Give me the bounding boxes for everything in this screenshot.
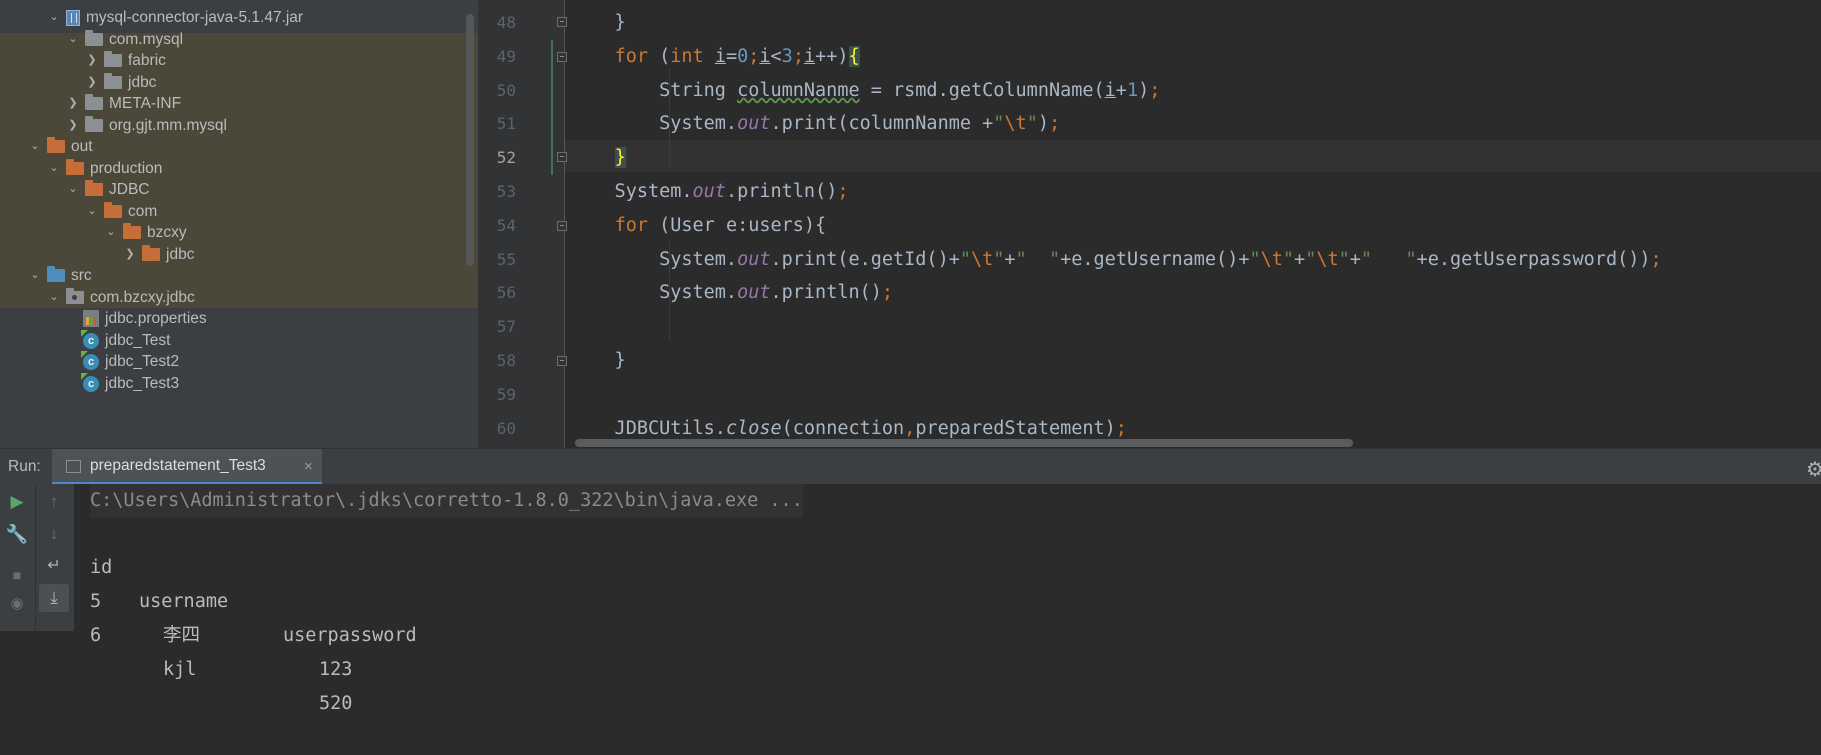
folder-icon — [85, 116, 103, 133]
fold-marker-icon[interactable] — [557, 152, 567, 162]
console-output[interactable]: C:\Users\Administrator\.jdks\corretto-1.… — [74, 484, 1821, 714]
cell-userpassword: 520 — [319, 693, 353, 714]
line-number: 54 — [496, 216, 516, 235]
run-config-icon — [66, 460, 81, 473]
fold-marker-icon[interactable] — [557, 221, 567, 231]
line-number: 59 — [496, 385, 516, 404]
editor-gutter: 48 49 50 51 52 53 54 55 56 57 58 59 60 — [478, 0, 567, 448]
arrow-down-icon[interactable]: ↓ — [42, 522, 66, 546]
current-line-highlight — [478, 140, 1821, 172]
chevron-down-icon[interactable]: ⌄ — [46, 5, 62, 30]
code-line-53: System.out.println(); — [570, 181, 849, 202]
folder-icon — [104, 51, 122, 68]
line-number: 55 — [496, 250, 516, 269]
line-number: 51 — [496, 114, 516, 133]
wrench-icon[interactable]: 🔧 — [5, 522, 29, 546]
run-label: Run: — [8, 458, 41, 475]
fold-marker-icon[interactable] — [557, 356, 567, 366]
cell-id: 6 — [90, 625, 102, 646]
folder-orange-icon — [47, 137, 65, 154]
line-number: 60 — [496, 419, 516, 438]
gear-icon[interactable]: ⚙ — [1806, 457, 1821, 482]
scroll-to-end-icon[interactable]: ⤓ — [39, 584, 69, 612]
console-header-row: id username userpassword — [90, 517, 417, 646]
cell-userpassword: 123 — [319, 659, 353, 680]
fold-marker-icon[interactable] — [557, 17, 567, 27]
folder-orange-icon — [123, 223, 141, 240]
chevron-down-icon[interactable]: ⌄ — [103, 220, 119, 245]
folder-orange-icon — [104, 202, 122, 219]
header-username: username — [139, 591, 229, 612]
code-line-50: String columnNanme = rsmd.getColumnName(… — [570, 80, 1161, 101]
change-marker — [551, 40, 553, 175]
line-number: 57 — [496, 317, 516, 336]
camera-icon[interactable]: ◉ — [5, 592, 29, 616]
folder-icon — [85, 30, 103, 47]
run-tab-preparedstatement-test3[interactable]: preparedstatement_Test3 × — [52, 449, 322, 485]
cell-username: kjl — [163, 659, 197, 680]
code-line-52: } — [614, 147, 626, 168]
console-data-row: 6 kjl 520 — [90, 585, 352, 714]
line-number-active: 52 — [496, 148, 516, 167]
folder-icon — [104, 73, 122, 90]
chevron-down-icon[interactable]: ⌄ — [27, 263, 43, 288]
console-data-row: 5 李四 123 — [90, 551, 352, 680]
chevron-down-icon[interactable]: ⌄ — [27, 134, 43, 159]
java-class-icon: c — [83, 332, 99, 349]
chevron-right-icon[interactable]: ❯ — [122, 242, 138, 267]
tree-item-jdbc-compiled[interactable]: ❯ jdbc — [122, 242, 194, 267]
jar-icon — [66, 9, 80, 26]
chevron-down-icon[interactable]: ⌄ — [65, 27, 81, 52]
fold-marker-icon[interactable] — [557, 52, 567, 62]
tree-item-jdbc-test3[interactable]: c jdbc_Test3 — [83, 371, 179, 396]
soft-wrap-icon[interactable]: ↵ — [42, 554, 66, 578]
source-folder-icon — [47, 266, 65, 283]
console-command-line: C:\Users\Administrator\.jdks\corretto-1.… — [90, 484, 803, 518]
line-number: 56 — [496, 283, 516, 302]
chevron-down-icon[interactable]: ⌄ — [46, 285, 62, 310]
chevron-down-icon[interactable]: ⌄ — [65, 177, 81, 202]
folder-orange-icon — [85, 180, 103, 197]
tree-scrollbar[interactable] — [466, 14, 474, 266]
line-number: 49 — [496, 47, 516, 66]
line-number: 53 — [496, 182, 516, 201]
header-userpassword: userpassword — [283, 625, 417, 646]
package-icon — [66, 288, 84, 305]
folder-icon — [85, 94, 103, 111]
code-line-54: for (User e:users){ — [614, 215, 827, 236]
java-class-icon: c — [83, 375, 99, 392]
rerun-icon[interactable]: ▶ — [5, 490, 29, 514]
line-number: 48 — [496, 13, 516, 32]
code-line-58: } — [570, 350, 626, 371]
chevron-down-icon[interactable]: ⌄ — [46, 156, 62, 181]
properties-file-icon — [83, 310, 99, 328]
code-line-48: } — [570, 12, 626, 33]
code-editor[interactable]: 48 49 50 51 52 53 54 55 56 57 58 59 60 }… — [478, 0, 1821, 448]
editor-horizontal-scrollbar[interactable] — [575, 439, 1353, 447]
line-number: 50 — [496, 81, 516, 100]
chevron-down-icon[interactable]: ⌄ — [84, 199, 100, 224]
code-line-56: System.out.println(); — [570, 282, 894, 303]
line-number: 58 — [496, 351, 516, 370]
code-line-49: for (int i=0;i<3;i++){ — [614, 46, 860, 67]
arrow-up-icon[interactable]: ↑ — [42, 490, 66, 514]
close-icon[interactable]: × — [304, 449, 313, 485]
run-tab-title: preparedstatement_Test3 — [90, 457, 266, 474]
run-toolbar: ▶ 🔧 ■ ◉ ↑ ↓ ↵ ⤓ — [0, 484, 75, 631]
folder-orange-icon — [66, 159, 84, 176]
project-tree: ⌄ mysql-connector-java-5.1.47.jar ⌄ com.my… — [0, 0, 478, 448]
java-class-icon: c — [83, 353, 99, 370]
run-panel-header: Run: preparedstatement_Test3 × ⚙ — [0, 448, 1821, 485]
folder-orange-icon — [142, 245, 160, 262]
code-line-55: System.out.print(e.getId()+"\t"+" "+e.ge… — [570, 249, 1662, 270]
code-line-51: System.out.print(columnNanme +"\t"); — [570, 113, 1061, 134]
cell-username: 李四 — [163, 625, 201, 646]
stop-icon[interactable]: ■ — [5, 563, 29, 587]
